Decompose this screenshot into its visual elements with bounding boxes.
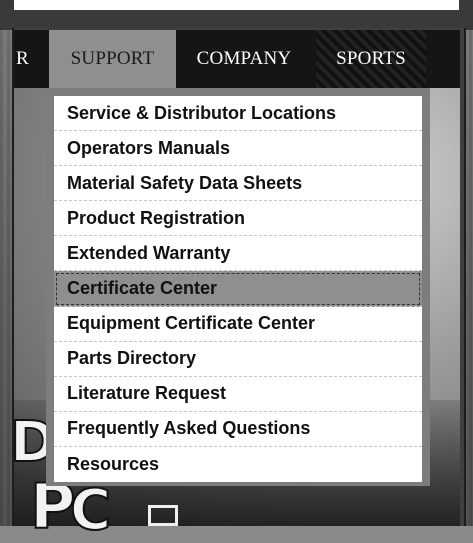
hero-letter: C (69, 477, 112, 543)
nav-item-support[interactable]: SUPPORT (49, 30, 176, 88)
menu-item-faq[interactable]: Frequently Asked Questions (54, 412, 422, 447)
nav-item-partial[interactable]: R (14, 30, 46, 88)
top-white-bar (14, 0, 459, 10)
menu-item-equipment-certificate-center[interactable]: Equipment Certificate Center (54, 307, 422, 342)
nav-item-company[interactable]: COMPANY (180, 30, 308, 88)
menu-item-resources[interactable]: Resources (54, 447, 422, 482)
menu-item-parts-directory[interactable]: Parts Directory (54, 342, 422, 377)
menu-item-operators-manuals[interactable]: Operators Manuals (54, 131, 422, 167)
menu-item-product-registration[interactable]: Product Registration (54, 201, 422, 237)
menu-item-service-locations[interactable]: Service & Distributor Locations (54, 96, 422, 132)
nav-item-sports[interactable]: SPORTS (316, 30, 426, 88)
menu-item-literature-request[interactable]: Literature Request (54, 377, 422, 412)
menu-item-msds[interactable]: Material Safety Data Sheets (54, 166, 422, 202)
hero-box-graphic (148, 505, 178, 526)
support-menu: Service & Distributor Locations Operator… (54, 96, 422, 483)
menu-item-certificate-center[interactable]: Certificate Center (54, 271, 422, 307)
menu-item-extended-warranty[interactable]: Extended Warranty (54, 236, 422, 272)
